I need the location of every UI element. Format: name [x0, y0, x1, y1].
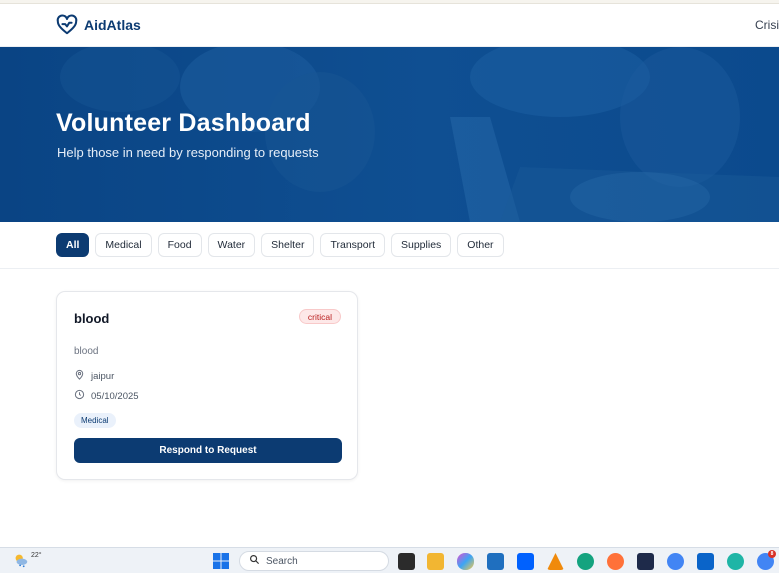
- filter-all[interactable]: All: [56, 233, 90, 257]
- filter-food[interactable]: Food: [157, 233, 202, 257]
- weather-widget[interactable]: 22°: [12, 551, 42, 574]
- request-card: blood critical blood jaipur 05/10/2025 M…: [56, 291, 358, 480]
- map-pin-icon: [74, 369, 85, 383]
- search-icon: [249, 554, 260, 568]
- nav-link-crisis[interactable]: Crisis: [755, 18, 779, 32]
- request-location: jaipur: [74, 369, 114, 383]
- filter-medical[interactable]: Medical: [95, 233, 152, 257]
- task-view-icon[interactable]: [398, 553, 415, 570]
- windows-start-icon[interactable]: [213, 553, 229, 574]
- app-icon-teal[interactable]: [727, 553, 744, 570]
- page-title: Volunteer Dashboard: [56, 109, 311, 137]
- search-placeholder: Search: [266, 555, 298, 567]
- chrome-icon[interactable]: [667, 553, 684, 570]
- brand-name: AidAtlas: [84, 17, 141, 33]
- firefox-icon[interactable]: [607, 553, 624, 570]
- copilot-icon[interactable]: [457, 553, 474, 570]
- priority-badge: critical: [298, 309, 341, 324]
- location-text: jaipur: [91, 370, 115, 382]
- request-description: blood: [74, 346, 99, 357]
- respond-to-request-button[interactable]: Respond to Request: [74, 438, 342, 463]
- brand[interactable]: AidAtlas: [56, 14, 141, 36]
- clock-icon: [74, 389, 85, 403]
- hero-banner: Volunteer Dashboard Help those in need b…: [0, 47, 779, 222]
- windows-taskbar: 22° Search 8: [0, 547, 779, 573]
- notification-count: 8: [768, 550, 776, 558]
- filter-water[interactable]: Water: [207, 233, 256, 257]
- weather-icon: [12, 551, 30, 574]
- request-date: 05/10/2025: [74, 389, 139, 403]
- outlook-icon[interactable]: [697, 553, 714, 570]
- navbar: AidAtlas Crisis: [0, 4, 779, 47]
- temperature-label: 22°: [31, 552, 42, 559]
- app-icon-eh[interactable]: [637, 553, 654, 570]
- file-explorer-icon[interactable]: [427, 553, 444, 570]
- dropbox-icon[interactable]: [517, 553, 534, 570]
- request-title: blood: [74, 311, 110, 326]
- filter-transport[interactable]: Transport: [320, 233, 385, 257]
- chrome-profile-icon[interactable]: 8: [757, 550, 776, 570]
- date-text: 05/10/2025: [91, 390, 139, 402]
- taskbar-search-box[interactable]: Search: [239, 551, 389, 571]
- filter-shelter[interactable]: Shelter: [261, 233, 315, 257]
- edge-icon[interactable]: [577, 553, 594, 570]
- store-icon[interactable]: [487, 553, 504, 570]
- vlc-icon[interactable]: [547, 553, 564, 570]
- filter-supplies[interactable]: Supplies: [391, 233, 452, 257]
- heart-hand-icon: [56, 14, 78, 36]
- page-subtitle: Help those in need by responding to requ…: [57, 145, 319, 160]
- category-filter-bar: All Medical Food Water Shelter Transport…: [0, 222, 779, 269]
- category-tag: Medical: [74, 413, 116, 428]
- filter-other[interactable]: Other: [457, 233, 504, 257]
